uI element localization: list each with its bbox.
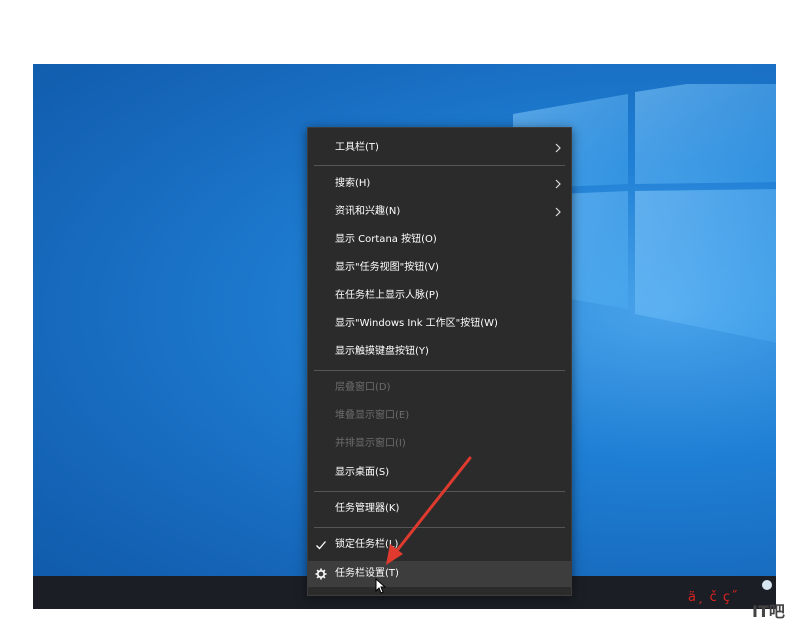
menu-separator [314, 491, 565, 492]
chevron-right-icon [555, 207, 561, 217]
menu-item-search[interactable]: 搜索(H) [308, 171, 571, 197]
menu-item-label: 显示触摸键盘按钮(Y) [335, 346, 429, 357]
menu-item-lock-taskbar[interactable]: 锁定任务栏(L) [308, 532, 571, 558]
menu-item-label: 锁定任务栏(L) [335, 539, 399, 550]
menu-item-label: 并排显示窗口(I) [335, 438, 406, 449]
watermark-logo: IT吧 [752, 602, 785, 621]
menu-separator [314, 370, 565, 371]
checkmark-icon [316, 541, 326, 550]
mouse-cursor-icon [375, 578, 387, 594]
chevron-right-icon [555, 143, 561, 153]
menu-item-label: 任务栏设置(T) [335, 568, 399, 579]
menu-item-cascade-windows: 层叠窗口(D) [308, 375, 571, 401]
menu-item-toolbars[interactable]: 工具栏(T) [308, 135, 571, 161]
watermark-text: ä¸ č ç˝ [688, 590, 739, 605]
menu-item-show-touch-keyboard[interactable]: 显示触摸键盘按钮(Y) [308, 339, 571, 365]
menu-item-label: 工具栏(T) [335, 142, 379, 153]
menu-item-label: 在任务栏上显示人脉(P) [335, 290, 439, 301]
menu-item-show-cortana[interactable]: 显示 Cortana 按钮(O) [308, 227, 571, 253]
taskbar-context-menu: 工具栏(T) 搜索(H) 资讯和兴趣(N) 显示 Cortana 按钮(O) 显… [307, 127, 572, 596]
menu-separator [314, 165, 565, 166]
chevron-right-icon [555, 179, 561, 189]
menu-item-task-manager[interactable]: 任务管理器(K) [308, 496, 571, 522]
menu-item-label: 搜索(H) [335, 178, 371, 189]
menu-item-news-interests[interactable]: 资讯和兴趣(N) [308, 199, 571, 225]
menu-item-label: 层叠窗口(D) [335, 382, 391, 393]
menu-item-label: 显示桌面(S) [335, 467, 390, 478]
menu-item-stack-windows: 堆叠显示窗口(E) [308, 403, 571, 429]
menu-item-label: 堆叠显示窗口(E) [335, 410, 410, 421]
menu-item-show-people[interactable]: 在任务栏上显示人脉(P) [308, 283, 571, 309]
menu-item-show-desktop[interactable]: 显示桌面(S) [308, 460, 571, 486]
menu-item-show-windows-ink[interactable]: 显示"Windows Ink 工作区"按钮(W) [308, 311, 571, 337]
menu-item-label: 任务管理器(K) [335, 503, 400, 514]
menu-item-label: 资讯和兴趣(N) [335, 206, 401, 217]
menu-separator [314, 527, 565, 528]
gear-icon [315, 568, 327, 580]
menu-item-label: 显示 Cortana 按钮(O) [335, 234, 437, 245]
tray-icon[interactable] [762, 580, 772, 590]
menu-item-label: 显示"Windows Ink 工作区"按钮(W) [335, 318, 498, 329]
menu-item-show-task-view[interactable]: 显示"任务视图"按钮(V) [308, 255, 571, 281]
menu-item-side-by-side-windows: 并排显示窗口(I) [308, 431, 571, 457]
menu-item-label: 显示"任务视图"按钮(V) [335, 262, 439, 273]
menu-item-taskbar-settings[interactable]: 任务栏设置(T) [308, 561, 571, 587]
